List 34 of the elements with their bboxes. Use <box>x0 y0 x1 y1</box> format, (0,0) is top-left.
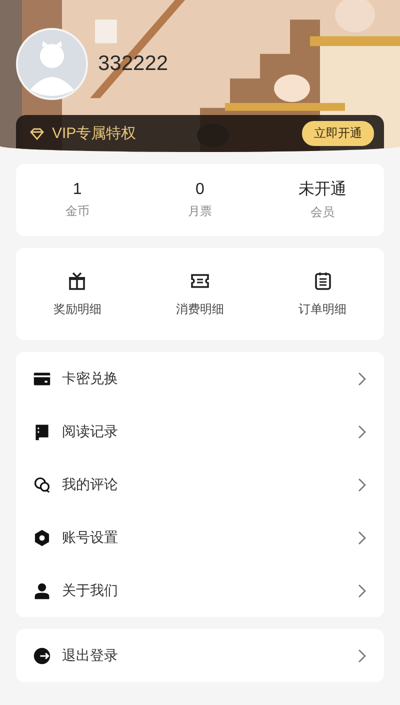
menu-item[interactable]: 阅读记录 <box>16 405 384 458</box>
stat-value: 未开通 <box>298 180 347 200</box>
menu-item[interactable]: 卡密兑换 <box>16 352 384 405</box>
settings-icon <box>33 528 51 546</box>
stat-label: 金币 <box>65 202 90 220</box>
chat-icon <box>33 476 51 494</box>
menu-item[interactable]: 关于我们 <box>16 564 384 617</box>
chevron-right-icon <box>358 424 366 438</box>
chevron-right-icon <box>358 478 366 492</box>
stat-label: 会员 <box>310 204 335 221</box>
logout-icon <box>33 646 51 664</box>
book-icon <box>33 422 51 440</box>
chevron-right-icon <box>358 584 366 598</box>
activate-button[interactable]: 立即开通 <box>302 121 374 146</box>
chevron-right-icon <box>358 648 366 662</box>
vip-label: VIP专属特权 <box>52 124 138 143</box>
shortcut-item[interactable]: 订单明细 <box>261 248 384 340</box>
stat-label: 月票 <box>188 202 212 220</box>
diamond-icon <box>30 128 44 140</box>
stat-value: 0 <box>196 180 204 198</box>
gift-icon <box>67 270 88 290</box>
menu-item[interactable]: 我的评论 <box>16 458 384 511</box>
stat-value: 1 <box>72 180 82 198</box>
person-icon <box>33 582 51 600</box>
avatar[interactable] <box>16 28 88 100</box>
clipboard-icon <box>312 270 333 290</box>
chevron-right-icon <box>358 372 366 386</box>
menu-item[interactable]: 账号设置 <box>16 511 384 564</box>
logout-item[interactable]: 退出登录 <box>16 629 384 682</box>
user-name: 332222 <box>98 52 168 76</box>
shortcut-item[interactable]: 消费明细 <box>138 248 262 340</box>
card-icon <box>33 370 51 388</box>
chevron-right-icon <box>358 530 366 544</box>
shortcut-item[interactable]: 奖励明细 <box>16 248 139 340</box>
